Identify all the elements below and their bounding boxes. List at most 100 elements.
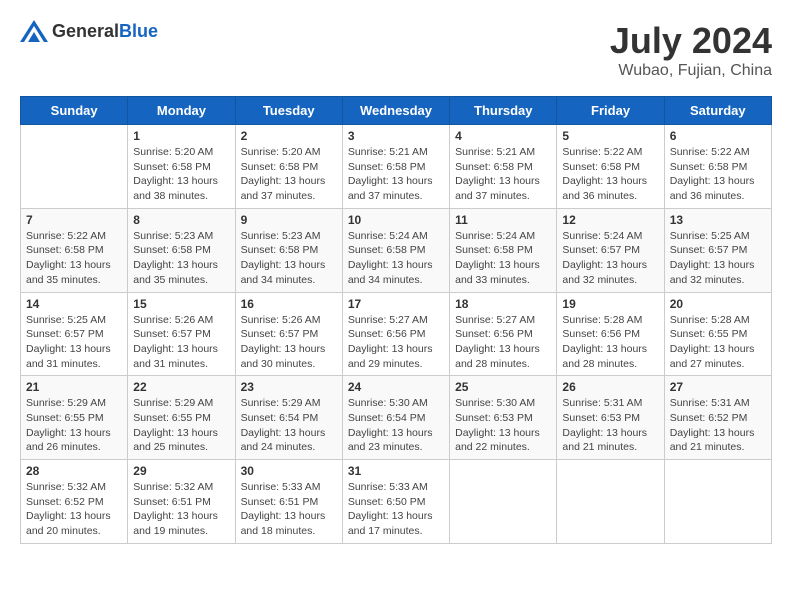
page-header: GeneralBlue July 2024 Wubao, Fujian, Chi… [20, 20, 772, 80]
weekday-header-row: SundayMondayTuesdayWednesdayThursdayFrid… [21, 97, 772, 125]
logo-blue: Blue [119, 21, 158, 41]
weekday-header-saturday: Saturday [664, 97, 771, 125]
day-number: 5 [562, 129, 658, 143]
day-info: Sunrise: 5:30 AM Sunset: 6:54 PM Dayligh… [348, 396, 444, 455]
day-number: 10 [348, 213, 444, 227]
day-number: 26 [562, 380, 658, 394]
day-info: Sunrise: 5:23 AM Sunset: 6:58 PM Dayligh… [241, 229, 337, 288]
calendar-week-row: 1 Sunrise: 5:20 AM Sunset: 6:58 PM Daylig… [21, 125, 772, 209]
weekday-header-wednesday: Wednesday [342, 97, 449, 125]
day-number: 14 [26, 297, 122, 311]
title-block: July 2024 Wubao, Fujian, China [610, 20, 772, 80]
calendar-cell: 11 Sunrise: 5:24 AM Sunset: 6:58 PM Dayli… [450, 208, 557, 292]
day-info: Sunrise: 5:29 AM Sunset: 6:54 PM Dayligh… [241, 396, 337, 455]
day-number: 15 [133, 297, 229, 311]
day-number: 20 [670, 297, 766, 311]
calendar-cell: 5Sunrise: 5:22 AM Sunset: 6:58 PM Daylig… [557, 125, 664, 209]
day-number: 6 [670, 129, 766, 143]
day-info: Sunrise: 5:29 AM Sunset: 6:55 PM Dayligh… [133, 396, 229, 455]
calendar-week-row: 14 Sunrise: 5:25 AM Sunset: 6:57 PM Dayli… [21, 292, 772, 376]
day-info: Sunrise: 5:33 AM Sunset: 6:51 PM Dayligh… [241, 480, 337, 539]
weekday-header-tuesday: Tuesday [235, 97, 342, 125]
calendar-cell: 3Sunrise: 5:21 AM Sunset: 6:58 PM Daylig… [342, 125, 449, 209]
calendar-cell: 17 Sunrise: 5:27 AM Sunset: 6:56 PM Dayli… [342, 292, 449, 376]
calendar-cell [450, 460, 557, 544]
day-info: Sunrise: 5:32 AM Sunset: 6:51 PM Dayligh… [133, 480, 229, 539]
day-number: 31 [348, 464, 444, 478]
calendar-cell: 27 Sunrise: 5:31 AM Sunset: 6:52 PM Dayli… [664, 376, 771, 460]
day-info: Sunrise: 5:22 AM Sunset: 6:58 PM Dayligh… [26, 229, 122, 288]
day-info: Sunrise: 5:25 AM Sunset: 6:57 PM Dayligh… [670, 229, 766, 288]
calendar-cell: 21 Sunrise: 5:29 AM Sunset: 6:55 PM Dayli… [21, 376, 128, 460]
calendar-cell: 8 Sunrise: 5:23 AM Sunset: 6:58 PM Daylig… [128, 208, 235, 292]
day-number: 1 [133, 129, 229, 143]
calendar-cell: 13 Sunrise: 5:25 AM Sunset: 6:57 PM Dayli… [664, 208, 771, 292]
calendar-week-row: 28Sunrise: 5:32 AM Sunset: 6:52 PM Dayli… [21, 460, 772, 544]
day-info: Sunrise: 5:26 AM Sunset: 6:57 PM Dayligh… [241, 313, 337, 372]
calendar-cell: 15Sunrise: 5:26 AM Sunset: 6:57 PM Dayli… [128, 292, 235, 376]
day-number: 30 [241, 464, 337, 478]
calendar-cell: 7 Sunrise: 5:22 AM Sunset: 6:58 PM Daylig… [21, 208, 128, 292]
calendar-cell: 25Sunrise: 5:30 AM Sunset: 6:53 PM Dayli… [450, 376, 557, 460]
day-info: Sunrise: 5:31 AM Sunset: 6:52 PM Dayligh… [670, 396, 766, 455]
day-info: Sunrise: 5:23 AM Sunset: 6:58 PM Dayligh… [133, 229, 229, 288]
calendar-cell: 22 Sunrise: 5:29 AM Sunset: 6:55 PM Dayli… [128, 376, 235, 460]
weekday-header-sunday: Sunday [21, 97, 128, 125]
calendar-cell: 12 Sunrise: 5:24 AM Sunset: 6:57 PM Dayli… [557, 208, 664, 292]
month-year-title: July 2024 [610, 20, 772, 62]
day-number: 2 [241, 129, 337, 143]
day-info: Sunrise: 5:24 AM Sunset: 6:58 PM Dayligh… [455, 229, 551, 288]
calendar-cell: 1 Sunrise: 5:20 AM Sunset: 6:58 PM Daylig… [128, 125, 235, 209]
calendar-week-row: 7 Sunrise: 5:22 AM Sunset: 6:58 PM Daylig… [21, 208, 772, 292]
location-subtitle: Wubao, Fujian, China [610, 62, 772, 80]
logo-icon [20, 20, 48, 42]
day-number: 27 [670, 380, 766, 394]
calendar-cell: 29 Sunrise: 5:32 AM Sunset: 6:51 PM Dayli… [128, 460, 235, 544]
day-number: 7 [26, 213, 122, 227]
day-number: 21 [26, 380, 122, 394]
calendar-cell: 18 Sunrise: 5:27 AM Sunset: 6:56 PM Dayli… [450, 292, 557, 376]
day-info: Sunrise: 5:21 AM Sunset: 6:58 PM Dayligh… [455, 145, 551, 204]
calendar-cell [664, 460, 771, 544]
day-info: Sunrise: 5:24 AM Sunset: 6:57 PM Dayligh… [562, 229, 658, 288]
day-number: 29 [133, 464, 229, 478]
day-number: 18 [455, 297, 551, 311]
calendar-cell [557, 460, 664, 544]
day-number: 17 [348, 297, 444, 311]
day-number: 11 [455, 213, 551, 227]
day-info: Sunrise: 5:27 AM Sunset: 6:56 PM Dayligh… [455, 313, 551, 372]
calendar-cell: 10 Sunrise: 5:24 AM Sunset: 6:58 PM Dayli… [342, 208, 449, 292]
calendar-cell: 24 Sunrise: 5:30 AM Sunset: 6:54 PM Dayli… [342, 376, 449, 460]
day-info: Sunrise: 5:28 AM Sunset: 6:56 PM Dayligh… [562, 313, 658, 372]
calendar-cell: 26Sunrise: 5:31 AM Sunset: 6:53 PM Dayli… [557, 376, 664, 460]
calendar-week-row: 21 Sunrise: 5:29 AM Sunset: 6:55 PM Dayli… [21, 376, 772, 460]
day-number: 28 [26, 464, 122, 478]
day-number: 16 [241, 297, 337, 311]
day-info: Sunrise: 5:20 AM Sunset: 6:58 PM Dayligh… [133, 145, 229, 204]
day-number: 12 [562, 213, 658, 227]
day-info: Sunrise: 5:25 AM Sunset: 6:57 PM Dayligh… [26, 313, 122, 372]
calendar-cell: 30 Sunrise: 5:33 AM Sunset: 6:51 PM Dayli… [235, 460, 342, 544]
day-info: Sunrise: 5:20 AM Sunset: 6:58 PM Dayligh… [241, 145, 337, 204]
day-number: 24 [348, 380, 444, 394]
calendar-cell: 20Sunrise: 5:28 AM Sunset: 6:55 PM Dayli… [664, 292, 771, 376]
day-number: 23 [241, 380, 337, 394]
logo-general: General [52, 21, 119, 41]
day-info: Sunrise: 5:29 AM Sunset: 6:55 PM Dayligh… [26, 396, 122, 455]
calendar-cell: 16 Sunrise: 5:26 AM Sunset: 6:57 PM Dayli… [235, 292, 342, 376]
calendar-cell: 9Sunrise: 5:23 AM Sunset: 6:58 PM Daylig… [235, 208, 342, 292]
calendar-cell: 31 Sunrise: 5:33 AM Sunset: 6:50 PM Dayli… [342, 460, 449, 544]
day-info: Sunrise: 5:24 AM Sunset: 6:58 PM Dayligh… [348, 229, 444, 288]
day-info: Sunrise: 5:33 AM Sunset: 6:50 PM Dayligh… [348, 480, 444, 539]
logo: GeneralBlue [20, 20, 158, 42]
calendar-cell: 2 Sunrise: 5:20 AM Sunset: 6:58 PM Daylig… [235, 125, 342, 209]
calendar-cell: 19 Sunrise: 5:28 AM Sunset: 6:56 PM Dayli… [557, 292, 664, 376]
calendar-cell: 14 Sunrise: 5:25 AM Sunset: 6:57 PM Dayli… [21, 292, 128, 376]
day-number: 13 [670, 213, 766, 227]
weekday-header-monday: Monday [128, 97, 235, 125]
day-number: 19 [562, 297, 658, 311]
day-number: 8 [133, 213, 229, 227]
day-info: Sunrise: 5:27 AM Sunset: 6:56 PM Dayligh… [348, 313, 444, 372]
day-number: 22 [133, 380, 229, 394]
calendar-cell: 4Sunrise: 5:21 AM Sunset: 6:58 PM Daylig… [450, 125, 557, 209]
